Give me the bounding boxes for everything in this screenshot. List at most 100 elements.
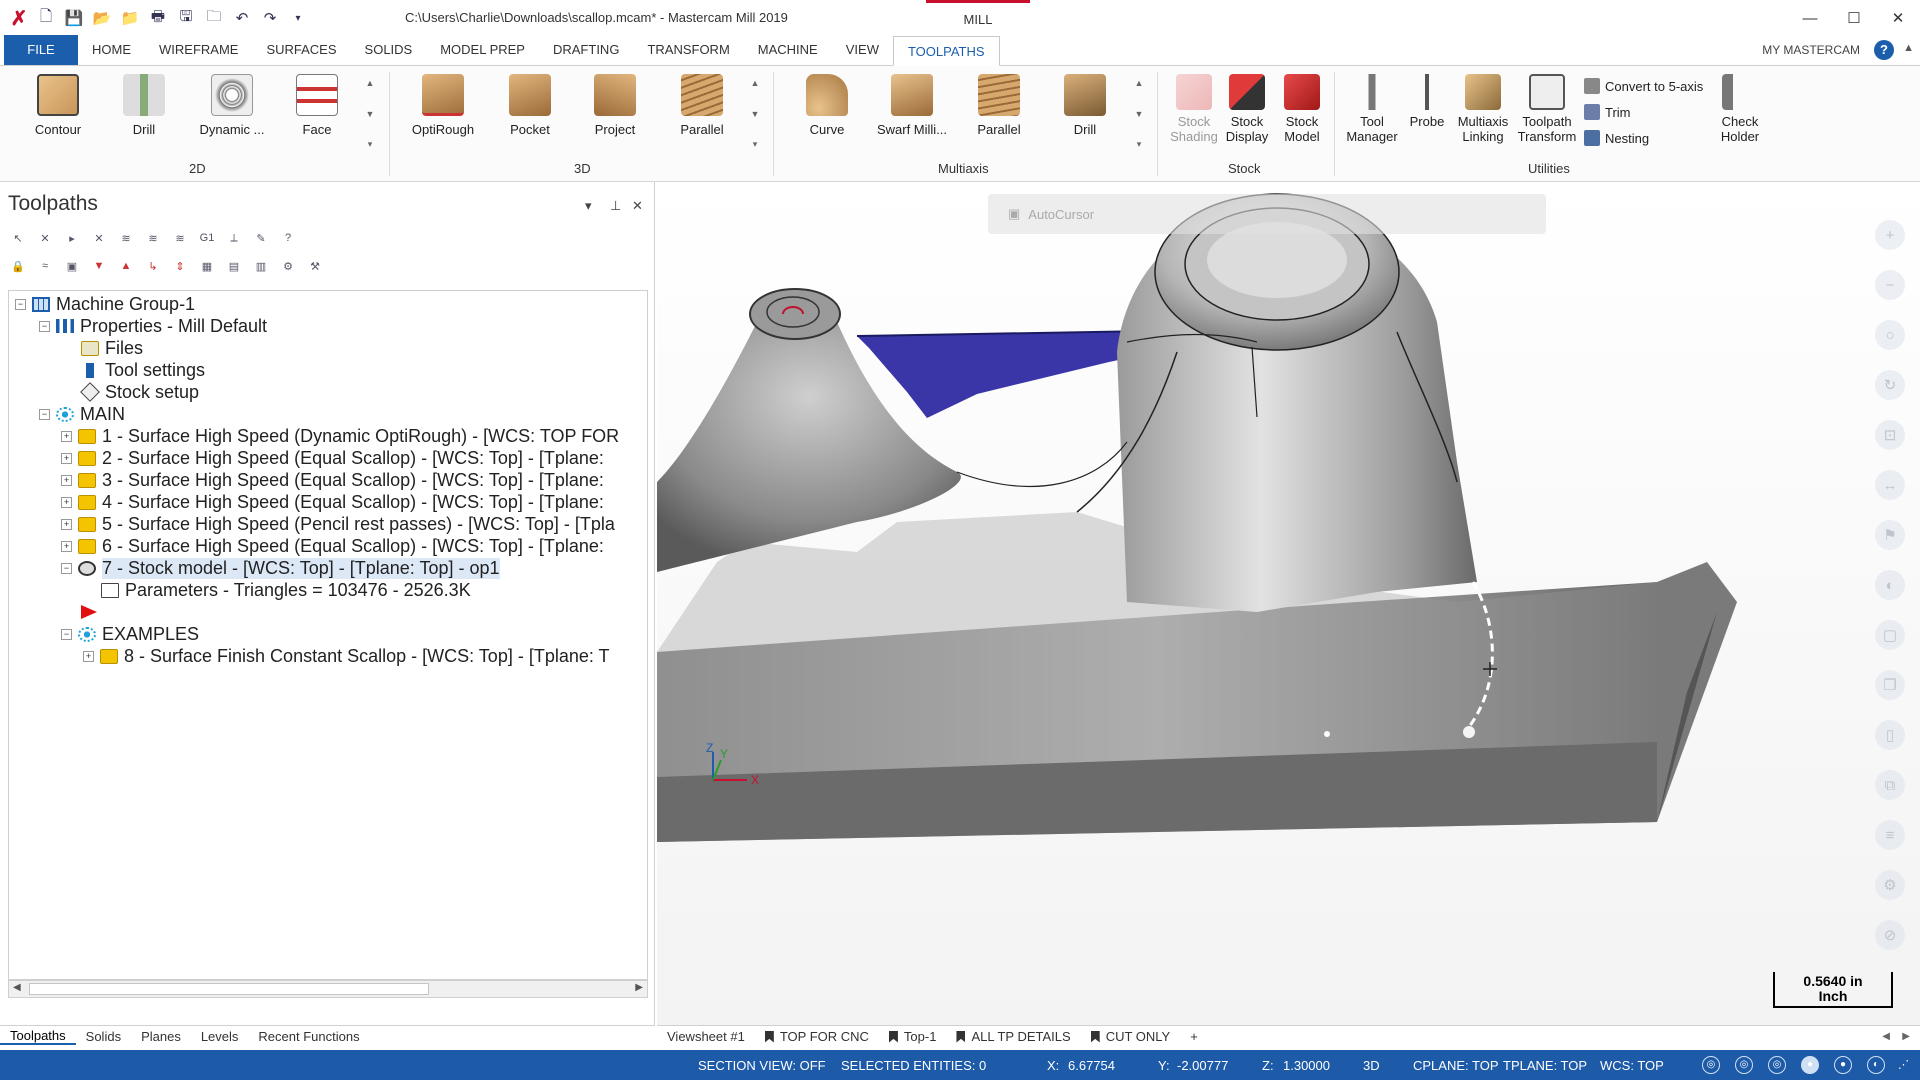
drill-multiaxis-button[interactable]: Drill xyxy=(1061,74,1109,137)
settings-icon[interactable]: ⚙ xyxy=(1875,870,1905,900)
graphics-viewport[interactable]: Z Y X ▣ AutoCursor + − ○ ↻ ⊡ ↔ ⚑ ◐ ▢ ❐ ▯… xyxy=(657,182,1920,1027)
project-button[interactable]: Project xyxy=(590,74,640,137)
display-options-icon[interactable]: ▥ xyxy=(251,256,271,276)
hide-icon[interactable]: ▯ xyxy=(1875,720,1905,750)
expand-icon[interactable]: + xyxy=(83,650,94,662)
rotate-icon[interactable]: ↻ xyxy=(1875,370,1905,400)
g1-icon[interactable]: G1 xyxy=(197,228,217,248)
tab-toolpaths-manager[interactable]: Toolpaths xyxy=(0,1028,76,1045)
expand-icon[interactable]: + xyxy=(61,518,72,530)
tree-properties[interactable]: − Properties - Mill Default xyxy=(39,313,267,339)
tab-toolpaths[interactable]: TOOLPATHS xyxy=(892,36,1000,66)
scroll-right-icon[interactable]: ▶ xyxy=(635,982,643,993)
scroll-arrow-icon[interactable]: ⇕ xyxy=(170,256,190,276)
toggle-display-icon[interactable]: ≈ xyxy=(35,256,55,276)
show-all-icon[interactable]: ▤ xyxy=(224,256,244,276)
settings-icon[interactable]: ⚙ xyxy=(278,256,298,276)
save-as-icon[interactable]: 🖫 xyxy=(175,7,197,29)
tplane-status[interactable]: TPLANE: TOP xyxy=(1503,1058,1587,1073)
collapse-icon[interactable]: − xyxy=(15,298,26,310)
customize-qat-icon[interactable]: ▾ xyxy=(287,7,309,29)
move-down-icon[interactable]: ▼ xyxy=(89,256,109,276)
redo-icon[interactable]: ↷ xyxy=(259,7,281,29)
translucency-icon[interactable]: ◐ xyxy=(1867,1056,1885,1074)
tree-operation[interactable]: + 8 - Surface Finish Constant Scallop - … xyxy=(83,643,610,669)
add-viewsheet-button[interactable]: + xyxy=(1180,1029,1208,1044)
expand-icon[interactable]: + xyxy=(61,452,72,464)
gallery-multiaxis-scroll[interactable]: ▲ ▼ ▾ xyxy=(1133,78,1145,150)
curve-button[interactable]: Curve xyxy=(800,74,854,137)
tab-recent-functions[interactable]: Recent Functions xyxy=(248,1029,369,1044)
viewsheet-tab[interactable]: TOP FOR CNC xyxy=(755,1029,879,1044)
mastercam-logo[interactable]: ✗ xyxy=(6,5,32,31)
zoom-in-icon[interactable]: + xyxy=(1875,220,1905,250)
viewsheet-scroll-left-icon[interactable]: ◀ xyxy=(1882,1031,1890,1042)
panel-close-icon[interactable]: ✕ xyxy=(632,198,643,214)
viewsheet-tab[interactable]: Viewsheet #1 xyxy=(657,1029,755,1044)
dynamic-button[interactable]: Dynamic ... xyxy=(196,74,268,137)
drill-2d-button[interactable]: Drill xyxy=(118,74,170,137)
shaded-mode-icon[interactable]: ● xyxy=(1801,1056,1819,1074)
planes-icon[interactable]: ⧉ xyxy=(1875,770,1905,800)
multiaxis-linking-button[interactable]: Multiaxis Linking xyxy=(1450,74,1516,144)
deselect-invalid-icon[interactable]: ✕ xyxy=(89,228,109,248)
viewsheet-scroll-right-icon[interactable]: ▶ xyxy=(1902,1031,1910,1042)
zoom-out-icon[interactable]: − xyxy=(1875,270,1905,300)
expand-icon[interactable]: + xyxy=(61,430,72,442)
tree-horizontal-scrollbar[interactable]: ◀ ▶ xyxy=(8,980,648,998)
trim-button[interactable]: Trim xyxy=(1584,104,1631,120)
expand-icon[interactable]: + xyxy=(61,496,72,508)
tools-icon[interactable]: ⚒ xyxy=(305,256,325,276)
globe-icon[interactable]: ◎ xyxy=(1768,1056,1786,1074)
collapse-icon[interactable]: − xyxy=(61,628,72,640)
my-mastercam-link[interactable]: MY MASTERCAM xyxy=(1762,43,1860,57)
stock-model-button[interactable]: Stock Model xyxy=(1274,74,1330,144)
folder-icon[interactable]: 📁 xyxy=(119,7,141,29)
save-icon[interactable]: 💾 xyxy=(63,7,85,29)
cplane-status[interactable]: CPLANE: TOP xyxy=(1413,1058,1499,1073)
minimize-icon[interactable]: — xyxy=(1788,0,1832,36)
face-button[interactable]: Face xyxy=(295,74,339,137)
wireframe-mode-icon[interactable]: ● xyxy=(1834,1056,1852,1074)
collapse-icon[interactable]: − xyxy=(61,562,72,574)
autocursor-ribbon[interactable]: ▣ AutoCursor xyxy=(988,194,1546,234)
resize-grip-icon[interactable]: ⋰ xyxy=(1898,1058,1909,1071)
pocket-3d-button[interactable]: Pocket xyxy=(505,74,555,137)
collapse-icon[interactable]: − xyxy=(39,408,50,420)
expand-icon[interactable]: + xyxy=(61,474,72,486)
globe-icon[interactable]: ◎ xyxy=(1735,1056,1753,1074)
viewsheet-tab[interactable]: Top-1 xyxy=(879,1029,947,1044)
collapse-ribbon-icon[interactable]: ▲ xyxy=(1903,42,1914,54)
layers-icon[interactable]: ≡ xyxy=(1875,820,1905,850)
help-icon[interactable]: ? xyxy=(1874,40,1894,60)
viewsheet-tab[interactable]: ALL TP DETAILS xyxy=(946,1029,1080,1044)
move-up-icon[interactable]: ▲ xyxy=(116,256,136,276)
optirough-button[interactable]: OptiRough xyxy=(406,74,480,137)
panel-menu-icon[interactable]: ▾ xyxy=(585,198,592,214)
zoom-window-icon[interactable]: ○ xyxy=(1875,320,1905,350)
tab-home[interactable]: HOME xyxy=(78,35,145,65)
swarf-milling-button[interactable]: Swarf Milli... xyxy=(872,74,952,137)
tab-file[interactable]: FILE xyxy=(4,35,78,65)
toolpath-help-icon[interactable]: ? xyxy=(278,228,298,248)
lock-icon[interactable]: 🔒 xyxy=(8,256,28,276)
pin-icon[interactable]: ⊥ xyxy=(610,198,621,214)
nesting-button[interactable]: Nesting xyxy=(1584,130,1649,146)
gallery-2d-scroll[interactable]: ▲ ▼ ▾ xyxy=(364,78,376,150)
regenerate-dirty-icon[interactable]: ≋ xyxy=(143,228,163,248)
regenerate-icon[interactable]: ≋ xyxy=(116,228,136,248)
check-holder-button[interactable]: Check Holder xyxy=(1710,74,1770,144)
tab-solids-manager[interactable]: Solids xyxy=(76,1029,131,1044)
tree-parameters[interactable]: Parameters - Triangles = 103476 - 2526.3… xyxy=(101,577,471,603)
parallel-3d-button[interactable]: Parallel xyxy=(677,74,727,137)
analyze-icon[interactable]: ⚑ xyxy=(1875,520,1905,550)
tab-view[interactable]: VIEW xyxy=(832,35,893,65)
close-icon[interactable]: ✕ xyxy=(1876,0,1920,36)
tab-model-prep[interactable]: MODEL PREP xyxy=(426,35,539,65)
section-view-status[interactable]: SECTION VIEW: OFF xyxy=(698,1058,826,1073)
stock-shading-button[interactable]: Stock Shading xyxy=(1168,74,1220,144)
scroll-left-icon[interactable]: ◀ xyxy=(13,982,21,993)
expand-icon[interactable]: + xyxy=(61,540,72,552)
fit-icon[interactable]: ⊡ xyxy=(1875,420,1905,450)
select-all-icon[interactable]: ↖ xyxy=(8,228,28,248)
